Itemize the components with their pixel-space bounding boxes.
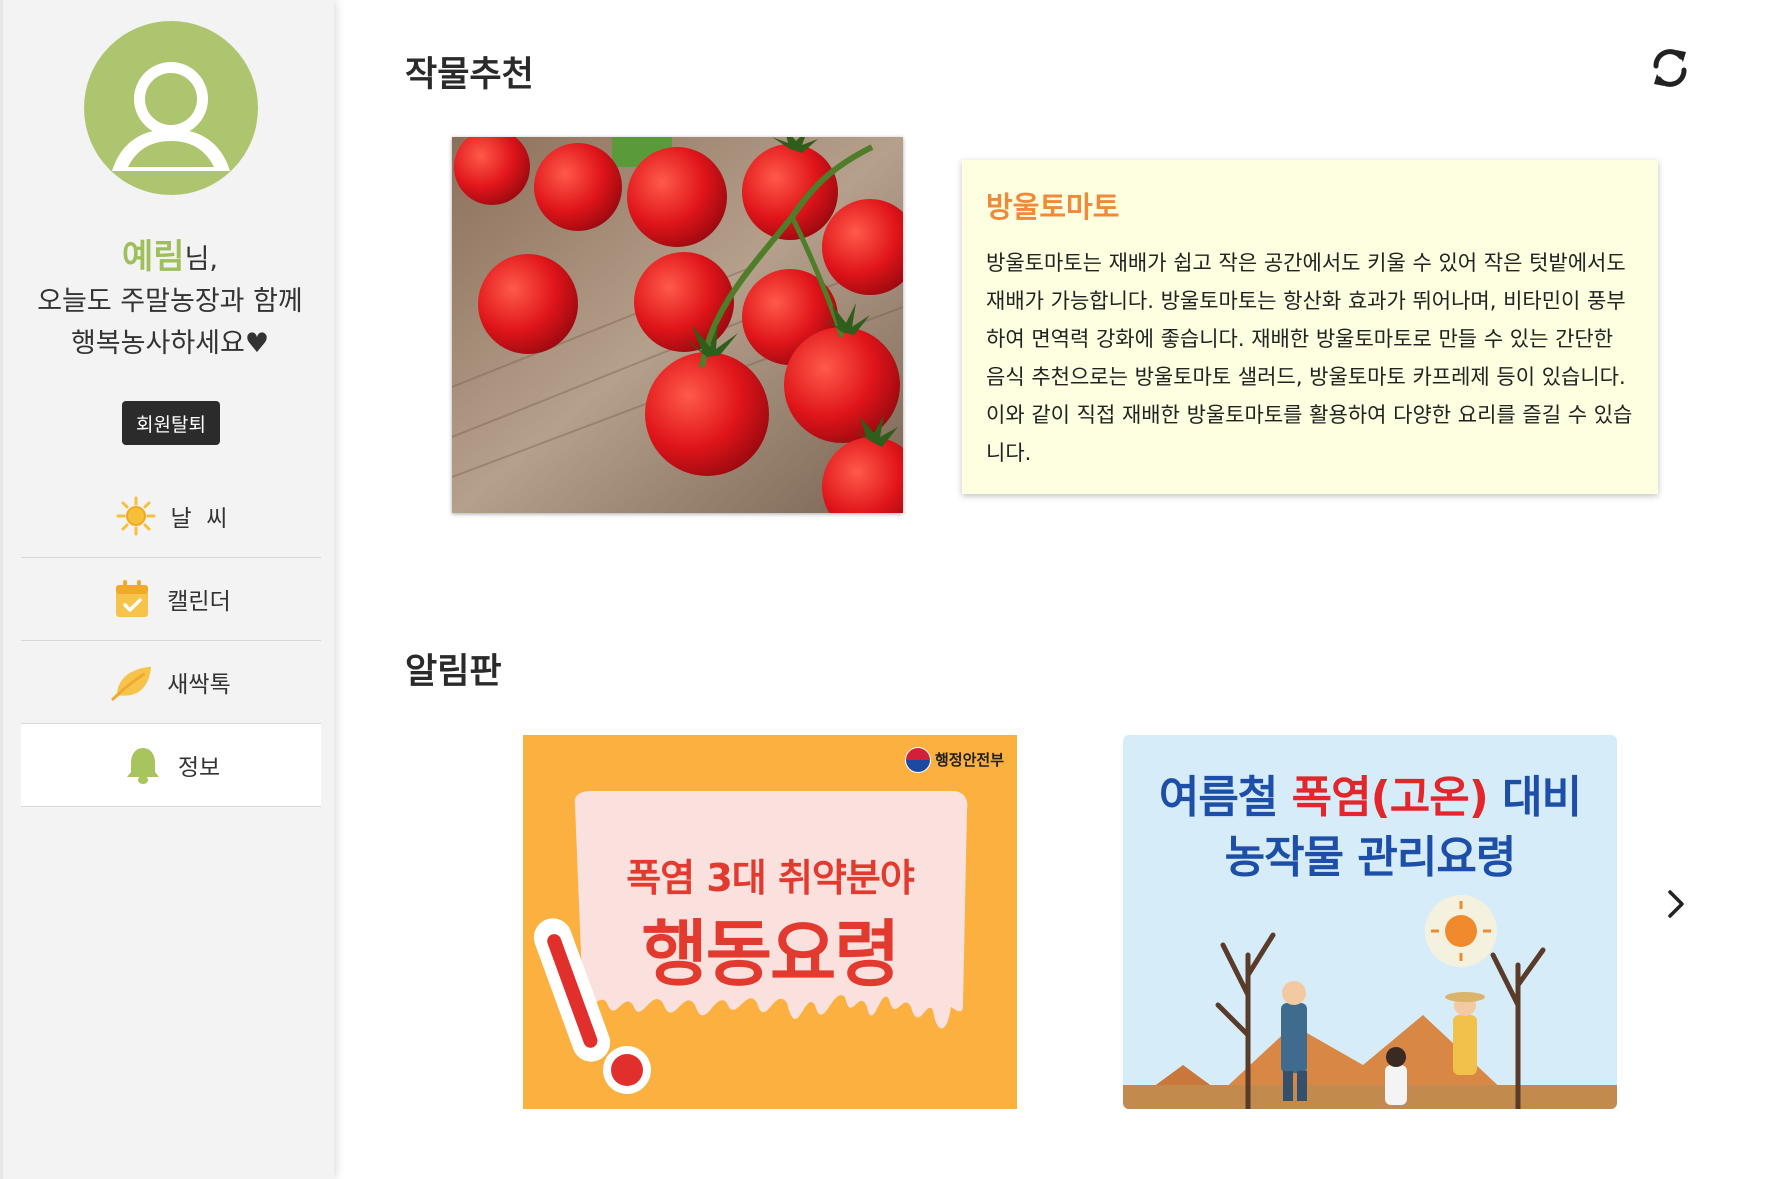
sidebar-item-info[interactable]: 정보 [21, 724, 321, 807]
calendar-icon [111, 578, 153, 620]
notice-subheading: 농작물 관리요령 [1224, 832, 1517, 883]
sidebar-item-label: 새싹톡 [167, 672, 231, 698]
notice-card[interactable]: 여름철 폭염(고온) 대비 농작물 관리요령 [1123, 735, 1617, 1109]
sidebar: 예림님, 오늘도 주말농장과 함께 행복농사하세요♥ 회원탈퇴 날 씨 캘린더 … [0, 0, 334, 1179]
refresh-icon[interactable] [1650, 46, 1690, 90]
avatar[interactable] [84, 21, 258, 195]
sidebar-item-weather[interactable]: 날 씨 [21, 475, 321, 558]
leaf-icon [111, 661, 153, 703]
notice-heading: 여름철 폭염(고온) 대비 [1123, 761, 1617, 825]
app-page: 예림님, 오늘도 주말농장과 함께 행복농사하세요♥ 회원탈퇴 날 씨 캘린더 … [0, 0, 1772, 1179]
crop-description: 방울토마토는 재배가 쉽고 작은 공간에서도 키울 수 있어 작은 텃밭에서도 … [986, 251, 1633, 465]
board-section-title: 알림판 [405, 652, 502, 692]
sidebar-item-calendar[interactable]: 캘린더 [21, 558, 321, 641]
notice-agency: 행정안전부 [935, 751, 1005, 769]
notice-heading-part: 여름철 [1158, 772, 1292, 823]
greeting-line2: 오늘도 주말농장과 함께 [37, 286, 303, 317]
notice-heading-highlight: 폭염(고온) [1291, 772, 1489, 823]
greeting-message: 예림님, 오늘도 주말농장과 함께 행복농사하세요♥ [3, 236, 337, 365]
chevron-right-icon[interactable] [1662, 884, 1690, 924]
sidebar-item-label: 캘린더 [167, 589, 231, 615]
crop-info-card: 방울토마토 방울토마토는 재배가 쉽고 작은 공간에서도 키울 수 있어 작은 … [962, 160, 1658, 494]
sidebar-nav: 날 씨 캘린더 새싹톡 정보 [21, 475, 321, 807]
greeting-line3: 행복농사하세요♥ [70, 328, 270, 359]
notice-heading-part: 대비 [1487, 772, 1582, 823]
crop-name: 방울토마토 [986, 190, 1120, 224]
sidebar-item-label: 날 씨 [170, 506, 228, 532]
user-name: 예림 [122, 237, 185, 277]
crop-section-title: 작물추천 [405, 55, 534, 95]
crop-image [452, 137, 903, 513]
notice-heading: 폭염 3대 취약분야 [626, 856, 915, 900]
notice-card[interactable]: 행정안전부 폭염 3대 취약분야 행동요령 [523, 735, 1017, 1109]
notice-subheading: 행동요령 [641, 912, 901, 996]
user-icon [112, 62, 230, 171]
sidebar-item-label: 정보 [177, 755, 221, 781]
bell-icon [122, 744, 164, 786]
withdraw-button[interactable]: 회원탈퇴 [122, 401, 220, 445]
sun-icon [115, 495, 157, 537]
sidebar-item-sprout-talk[interactable]: 새싹톡 [21, 641, 321, 724]
greeting-suffix: 님, [184, 244, 218, 275]
